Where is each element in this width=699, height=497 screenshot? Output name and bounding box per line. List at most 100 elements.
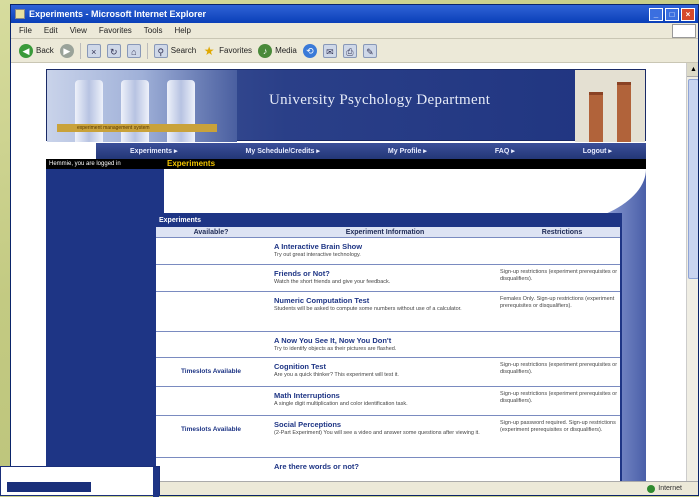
nav-experiments[interactable]: Experiments ▸ bbox=[130, 147, 177, 155]
zone-indicator: Internet bbox=[647, 484, 682, 493]
vertical-scrollbar[interactable]: ▲ bbox=[686, 63, 698, 483]
maximize-icon[interactable]: □ bbox=[665, 7, 679, 21]
menu-file[interactable]: File bbox=[19, 26, 32, 35]
main-nav: Experiments ▸ My Schedule/Credits ▸ My P… bbox=[96, 143, 646, 159]
print-icon[interactable]: ⎙ bbox=[342, 43, 357, 58]
menu-favorites[interactable]: Favorites bbox=[99, 26, 132, 35]
availability[interactable] bbox=[156, 332, 266, 342]
table-row: Numeric Computation Test Students will be… bbox=[156, 292, 620, 332]
availability[interactable] bbox=[156, 265, 266, 275]
background-window-edge bbox=[153, 467, 159, 497]
window-title: Experiments - Microsoft Internet Explore… bbox=[29, 9, 207, 19]
restrictions bbox=[496, 458, 620, 465]
scroll-thumb[interactable] bbox=[688, 79, 698, 279]
availability[interactable]: Timeslots Available bbox=[156, 358, 266, 376]
back-arrow-icon: ◀ bbox=[19, 43, 33, 58]
experiment-link[interactable]: Numeric Computation Test bbox=[274, 296, 496, 305]
experiment-desc: Students will be asked to compute some n… bbox=[274, 306, 462, 312]
media-label: Media bbox=[275, 46, 297, 55]
experiment-link[interactable]: A Now You See It, Now You Don't bbox=[274, 336, 496, 345]
windows-logo-icon bbox=[672, 23, 696, 38]
stop-icon[interactable]: × bbox=[86, 43, 101, 58]
zone-label: Internet bbox=[658, 485, 682, 492]
restrictions: Sign-up restrictions (experiment prerequ… bbox=[500, 362, 618, 375]
menu-edit[interactable]: Edit bbox=[44, 26, 58, 35]
forward-arrow-icon: ▶ bbox=[59, 43, 74, 58]
table-row: Timeslots Available Social Perceptions (2… bbox=[156, 416, 620, 458]
experiment-link[interactable]: Math Interruptions bbox=[274, 391, 496, 400]
nav-profile[interactable]: My Profile ▸ bbox=[388, 147, 427, 155]
experiments-table: Experiments Available? Experiment Inform… bbox=[154, 213, 622, 483]
close-icon[interactable]: × bbox=[681, 7, 695, 21]
table-row: Timeslots Available Cognition Test Are yo… bbox=[156, 358, 620, 387]
restrictions: Sign-up restrictions (experiment prerequ… bbox=[500, 391, 618, 404]
search-icon: ⚲ bbox=[153, 43, 168, 58]
department-title: University Psychology Department bbox=[269, 92, 491, 108]
window-controls: _ □ × bbox=[649, 7, 695, 21]
forward-button[interactable]: ▶ bbox=[59, 43, 74, 58]
restrictions: Females Only. Sign-up restrictions (expe… bbox=[500, 296, 615, 309]
experiment-desc: Try to identify objects as their picture… bbox=[274, 346, 397, 352]
ie-icon bbox=[15, 9, 25, 19]
refresh-icon[interactable]: ↻ bbox=[106, 43, 121, 58]
back-button[interactable]: ◀ Back bbox=[19, 43, 54, 58]
restrictions bbox=[496, 238, 620, 245]
menu-help[interactable]: Help bbox=[174, 26, 190, 35]
availability[interactable]: Timeslots Available bbox=[156, 416, 266, 434]
availability[interactable] bbox=[156, 238, 266, 248]
table-row: Math Interruptions A single digit multipl… bbox=[156, 387, 620, 416]
favorites-label: Favorites bbox=[219, 46, 253, 55]
restrictions: Sign-up password required. Sign-up restr… bbox=[500, 420, 616, 433]
experiment-link[interactable]: Friends or Not? bbox=[274, 269, 496, 278]
table-header: Available? Experiment Information Restri… bbox=[156, 227, 620, 238]
nav-logout[interactable]: Logout ▸ bbox=[583, 147, 612, 155]
experiment-link[interactable]: Are there words or not? bbox=[274, 462, 496, 471]
col-restrictions: Restrictions bbox=[541, 228, 583, 236]
menu-view[interactable]: View bbox=[70, 26, 87, 35]
search-label: Search bbox=[170, 46, 197, 55]
title-bar: Experiments - Microsoft Internet Explore… bbox=[11, 5, 698, 23]
mail-icon[interactable]: ✉ bbox=[322, 43, 337, 58]
scroll-up-icon[interactable]: ▲ bbox=[687, 63, 698, 77]
col-experiment-info: Experiment Information bbox=[345, 228, 425, 236]
page-content: experiment management system University … bbox=[11, 63, 698, 483]
experiment-link[interactable]: A Interactive Brain Show bbox=[274, 242, 496, 251]
availability[interactable] bbox=[156, 387, 266, 397]
col-available: Available? bbox=[193, 228, 229, 236]
table-row: A Now You See It, Now You Don't Try to id… bbox=[156, 332, 620, 358]
table-row: Friends or Not? Watch the short friends a… bbox=[156, 265, 620, 292]
availability[interactable] bbox=[156, 458, 266, 468]
toolbar-separator bbox=[146, 42, 148, 59]
toolbar: ◀ Back ▶ × ↻ ⌂ ⚲ Search ★ Favorites ♪ Media … bbox=[11, 39, 698, 63]
experiment-desc: Try out great interactive technology. bbox=[274, 252, 361, 258]
minimize-icon[interactable]: _ bbox=[649, 7, 663, 21]
experiment-desc: Watch the short friends and give your fe… bbox=[274, 279, 391, 285]
edit-icon[interactable]: ✎ bbox=[362, 43, 377, 58]
table-row: Are there words or not? bbox=[156, 458, 620, 478]
home-icon[interactable]: ⌂ bbox=[126, 43, 141, 58]
experiment-link[interactable]: Social Perceptions bbox=[274, 420, 496, 429]
towers-image bbox=[575, 70, 645, 142]
experiment-desc: A single digit multiplication and color … bbox=[274, 401, 408, 407]
restrictions: Sign-up restrictions (experiment prerequ… bbox=[500, 269, 618, 282]
background-window-bar bbox=[7, 482, 91, 492]
banner-subtitle: experiment management system bbox=[57, 124, 217, 132]
menu-bar: File Edit View Favorites Tools Help bbox=[11, 23, 698, 39]
browser-window: Experiments - Microsoft Internet Explore… bbox=[10, 4, 699, 496]
menu-tools[interactable]: Tools bbox=[144, 26, 163, 35]
star-icon: ★ bbox=[203, 43, 215, 58]
favorites-button[interactable]: ★ Favorites bbox=[202, 44, 252, 58]
table-title: Experiments bbox=[156, 215, 620, 227]
experiment-desc: (2-Part Experiment) You will see a video… bbox=[274, 430, 480, 436]
availability[interactable] bbox=[156, 292, 266, 302]
history-icon[interactable]: ⟲ bbox=[302, 43, 317, 58]
background-window[interactable] bbox=[0, 466, 160, 497]
experiment-desc: Are you a quick thinker? This experiment… bbox=[274, 372, 399, 378]
nav-schedule-credits[interactable]: My Schedule/Credits ▸ bbox=[246, 147, 320, 155]
media-button[interactable]: ♪ Media bbox=[258, 43, 297, 58]
header-banner: experiment management system University … bbox=[46, 69, 646, 142]
nav-faq[interactable]: FAQ ▸ bbox=[495, 147, 515, 155]
search-button[interactable]: ⚲ Search bbox=[153, 43, 197, 58]
experiment-link[interactable]: Cognition Test bbox=[274, 362, 496, 371]
table-row: A Interactive Brain Show Try out great in… bbox=[156, 238, 620, 265]
